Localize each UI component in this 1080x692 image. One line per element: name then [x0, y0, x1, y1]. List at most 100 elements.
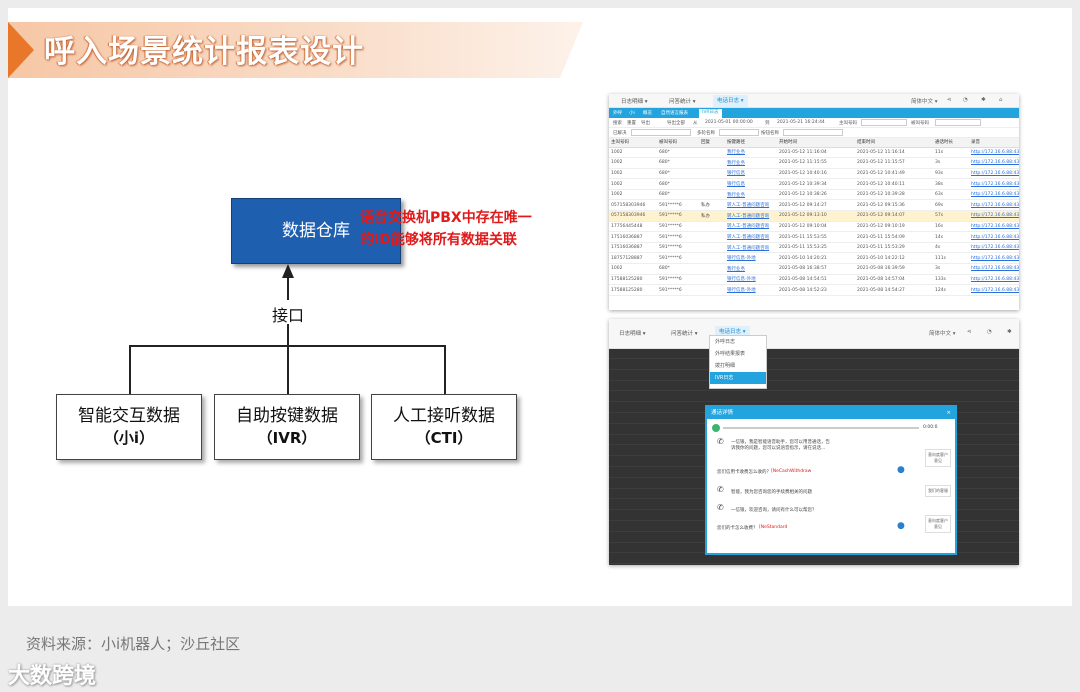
table-cell[interactable]: 转人工-普通问题咨询: [725, 242, 777, 254]
table-body: 1002 680* 我行业务 2021-05-12 11:16:04 2021-05-1…: [609, 147, 1019, 296]
tab-outbound[interactable]: 外呼: [613, 110, 622, 116]
table-cell[interactable]: 转人工-普通问题咨询: [725, 231, 777, 243]
to-label: 到: [765, 121, 770, 126]
nav-log-detail[interactable]: 日志明细 ▾: [621, 97, 648, 105]
table-row[interactable]: 1002 680* 我行业务 2021-05-12 10:38:26 2021-05-1…: [609, 189, 1019, 201]
callee-input[interactable]: [935, 119, 981, 126]
nav-phone-log[interactable]: 电话日志 ▾: [713, 95, 748, 107]
search-button[interactable]: 搜索: [613, 120, 622, 126]
table-cell[interactable]: http://172.16.6.88:4355/v...: [969, 210, 1019, 222]
table-cell[interactable]: 转人工-普通问题咨询: [725, 221, 777, 233]
export-button[interactable]: 导出: [641, 120, 650, 126]
table-row[interactable]: 057158303946 591*****6 私办 转人工-普通问题咨询 2021-05…: [609, 199, 1019, 212]
filter-bar: 搜索 重置 导出 导出全部 从 2021-05-01 00:00:00 到 20…: [609, 118, 1019, 128]
table-cell: 057158303946: [609, 210, 657, 222]
button-name-input[interactable]: [783, 129, 843, 136]
table-cell: 2021-05-12 09:10:04: [777, 221, 855, 233]
export-all-button[interactable]: 导出全部: [667, 120, 685, 126]
table-cell[interactable]: 转人工-普通问题咨询: [725, 199, 777, 212]
close-icon[interactable]: ×: [946, 407, 951, 419]
connector-right: [444, 345, 446, 394]
caller-label: 主叫号码: [839, 121, 857, 126]
language-select[interactable]: 简体中文 ▾: [911, 97, 938, 105]
table-row[interactable]: 17516036887 591*****6 转人工-普通问题咨询 2021-05-11…: [609, 242, 1019, 254]
dropdown-item[interactable]: 外呼结果报表: [710, 348, 766, 360]
table-row[interactable]: 17516036887 591*****6 转人工-普通问题咨询 2021-05-11…: [609, 231, 1019, 243]
table-cell: 17756445448: [609, 221, 657, 233]
nav-qa-stats[interactable]: 问答统计 ▾: [669, 97, 696, 105]
table-row[interactable]: 17588125280 591*****6 银行信息-外地 2021-05-08 14…: [609, 284, 1019, 296]
side-note-2: 我们的客服: [925, 485, 951, 497]
gear-icon[interactable]: ✱: [981, 97, 986, 103]
table-cell: 2021-05-08 14:54:27: [855, 284, 933, 296]
table-cell[interactable]: http://172.16.6.88:4355/v...: [969, 221, 1019, 233]
caller-input[interactable]: [861, 119, 907, 126]
table-cell[interactable]: 银行信息-外地: [725, 284, 777, 296]
slide: 呼入场景统计报表设计 数据仓库 语音交换机PBX中存在唯一 的ID能够将所有数据…: [8, 8, 1072, 606]
table-cell: 591*****6: [657, 199, 699, 212]
table-row[interactable]: 1002 680* 银行信息 2021-05-12 10:39:34 2021-05-1…: [609, 178, 1019, 190]
multi-round-input[interactable]: [719, 129, 759, 136]
bell-icon[interactable]: ◔: [963, 97, 968, 103]
from-date-input[interactable]: 2021-05-01 00:00:00: [705, 120, 753, 125]
table-cell[interactable]: http://172.16.6.88:4355/v...: [969, 157, 1019, 169]
table-cell[interactable]: 我行业务: [725, 147, 777, 159]
table-cell[interactable]: 我行业务: [725, 263, 777, 275]
table-row[interactable]: 1002 680* 银行信息 2021-05-12 10:40:16 2021-05-1…: [609, 168, 1019, 180]
table-row[interactable]: 18757128887 591*****6 银行信息-外地 2021-05-10 14…: [609, 252, 1019, 265]
dropdown-item[interactable]: 拨打明细: [710, 360, 766, 372]
reset-button[interactable]: 重置: [627, 120, 636, 126]
table-cell: 591*****6: [657, 210, 699, 222]
audio-progress[interactable]: [723, 427, 919, 429]
table-row[interactable]: 1002 680* 我行业务 2021-05-12 11:16:04 2021-05-1…: [609, 147, 1019, 159]
tab-xiaoi[interactable]: 小i: [629, 110, 635, 116]
user-avatar-icon: ●: [897, 521, 905, 531]
table-cell[interactable]: http://172.16.6.88:4355/v...: [969, 147, 1019, 159]
table-row[interactable]: 1002 680* 我行业务 2021-05-08 16:38:57 2021-05-0…: [609, 263, 1019, 275]
table-row[interactable]: 17756445448 591*****6 转人工-普通问题咨询 2021-05-12…: [609, 221, 1019, 233]
table-cell[interactable]: http://172.16.6.88:4355/v...: [969, 242, 1019, 254]
table-row[interactable]: 17588125280 591*****6 银行信息-外地 2021-05-08 14…: [609, 274, 1019, 286]
nav-log-detail[interactable]: 日志明细 ▾: [619, 329, 646, 337]
resolved-select[interactable]: [631, 129, 691, 136]
table-cell[interactable]: http://172.16.6.88:4355/v...: [969, 284, 1019, 296]
table-cell[interactable]: 银行信息: [725, 178, 777, 190]
dropdown-item[interactable]: IVR日志: [710, 372, 766, 384]
share-icon[interactable]: ⋖: [967, 329, 972, 335]
home-icon[interactable]: ⌂: [999, 97, 1003, 103]
table-cell[interactable]: 我行业务: [725, 189, 777, 201]
gear-icon[interactable]: ✱: [1007, 329, 1012, 335]
table-row[interactable]: 057158303946 591*****6 私办 转人工-普通问题咨询 2021-05…: [609, 210, 1019, 222]
dropdown-item[interactable]: 外呼日志: [710, 336, 766, 348]
bell-icon[interactable]: ◔: [987, 329, 992, 335]
table-row[interactable]: 1002 680* 我行业务 2021-05-12 11:15:55 2021-05-1…: [609, 157, 1019, 169]
table-cell[interactable]: 银行信息-外地: [725, 274, 777, 286]
share-icon[interactable]: ⋖: [947, 97, 952, 103]
table-cell[interactable]: http://172.16.6.88:4355/v...: [969, 178, 1019, 190]
table-cell: [699, 168, 725, 180]
tab-ivr-log[interactable]: IVR日志: [699, 109, 722, 118]
table-cell[interactable]: 转人工-普通问题咨询: [725, 210, 777, 222]
table-cell[interactable]: http://172.16.6.88:4355/v...: [969, 252, 1019, 265]
table-cell[interactable]: http://172.16.6.88:4355/v...: [969, 168, 1019, 180]
table-cell[interactable]: http://172.16.6.88:4355/v...: [969, 189, 1019, 201]
table-cell[interactable]: http://172.16.6.88:4355/v...: [969, 263, 1019, 275]
table-cell[interactable]: http://172.16.6.88:4355/v...: [969, 199, 1019, 212]
source-sub: （CTI）: [415, 429, 473, 447]
tab-nl-report[interactable]: 自然语言报表: [661, 110, 688, 116]
nav-qa-stats[interactable]: 问答统计 ▾: [671, 329, 698, 337]
language-select[interactable]: 简体中文 ▾: [929, 329, 956, 337]
table-cell[interactable]: 我行业务: [725, 157, 777, 169]
table-cell[interactable]: 银行信息: [725, 168, 777, 180]
source-sub: （IVR）: [257, 429, 317, 447]
to-date-input[interactable]: 2021-05-21 16:24:44: [777, 120, 825, 125]
pbx-note: 语音交换机PBX中存在唯一 的ID能够将所有数据关联: [360, 207, 560, 251]
table-cell: 680*: [657, 189, 699, 201]
play-icon[interactable]: [712, 424, 720, 432]
table-cell[interactable]: http://172.16.6.88:4355/v...: [969, 231, 1019, 243]
table-cell[interactable]: http://172.16.6.88:4355/v...: [969, 274, 1019, 286]
table-cell[interactable]: 银行信息-外地: [725, 252, 777, 265]
tab-overview[interactable]: 概览: [643, 110, 652, 116]
table-cell: 2021-05-11 15:53:25: [777, 242, 855, 254]
user-avatar-icon: ●: [897, 465, 905, 475]
